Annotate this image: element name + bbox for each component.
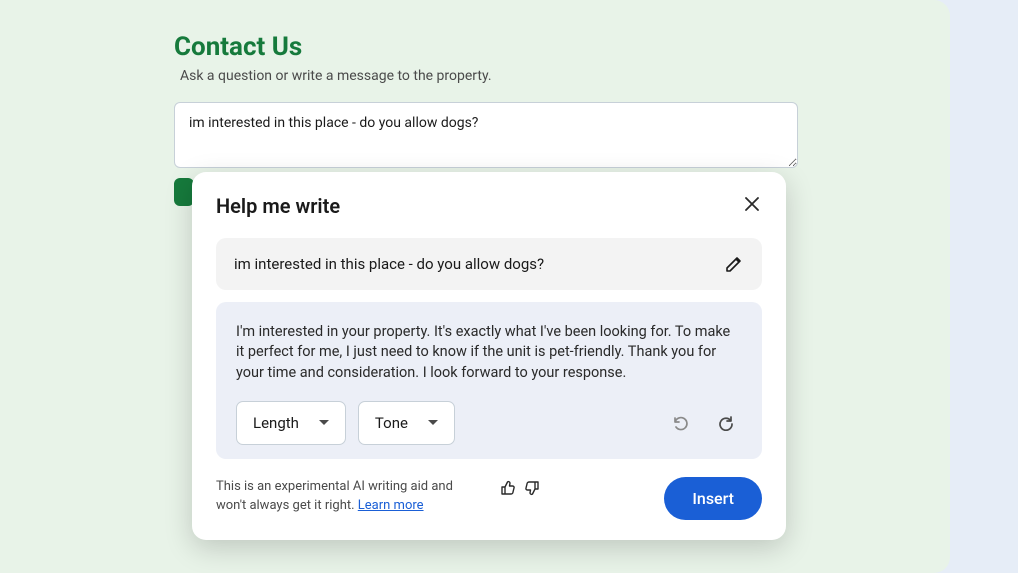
refresh-icon — [718, 415, 734, 431]
controls-row: Length Tone — [236, 401, 742, 445]
chevron-down-icon — [319, 420, 329, 425]
edit-button[interactable] — [724, 254, 744, 274]
action-icons — [671, 414, 742, 431]
submit-button-partial[interactable] — [174, 178, 194, 206]
page-subtitle: Ask a question or write a message to the… — [180, 68, 950, 84]
close-icon — [745, 197, 759, 211]
page-title: Contact Us — [174, 32, 950, 62]
length-label: Length — [253, 414, 299, 432]
popover-header: Help me write — [216, 194, 762, 218]
disclaimer-text: This is an experimental AI writing aid a… — [216, 477, 486, 516]
feedback-icons — [500, 479, 540, 497]
thumbs-up-icon — [500, 479, 518, 497]
pencil-icon — [724, 254, 744, 274]
user-input-text: im interested in this place - do you all… — [234, 255, 544, 273]
thumbs-up-button[interactable] — [500, 479, 518, 497]
user-input-row: im interested in this place - do you all… — [216, 238, 762, 290]
tone-dropdown[interactable]: Tone — [358, 401, 455, 445]
learn-more-link[interactable]: Learn more — [358, 498, 424, 513]
thumbs-down-button[interactable] — [522, 479, 540, 497]
regenerate-button[interactable] — [718, 414, 734, 431]
help-me-write-popover: Help me write im interested in this plac… — [192, 172, 786, 540]
tone-label: Tone — [375, 414, 408, 432]
message-textarea[interactable]: <span class="textarea-highlight"></span> — [174, 102, 798, 168]
suggestion-box: I'm interested in your property. It's ex… — [216, 302, 762, 459]
close-button[interactable] — [742, 194, 762, 214]
length-dropdown[interactable]: Length — [236, 401, 346, 445]
suggestion-text: I'm interested in your property. It's ex… — [236, 322, 742, 383]
chevron-down-icon — [428, 420, 438, 425]
insert-button[interactable]: Insert — [664, 477, 762, 520]
popover-footer: This is an experimental AI writing aid a… — [216, 477, 762, 520]
undo-icon — [671, 414, 688, 431]
thumbs-down-icon — [522, 479, 540, 497]
undo-button[interactable] — [671, 414, 688, 431]
popover-title: Help me write — [216, 194, 340, 218]
